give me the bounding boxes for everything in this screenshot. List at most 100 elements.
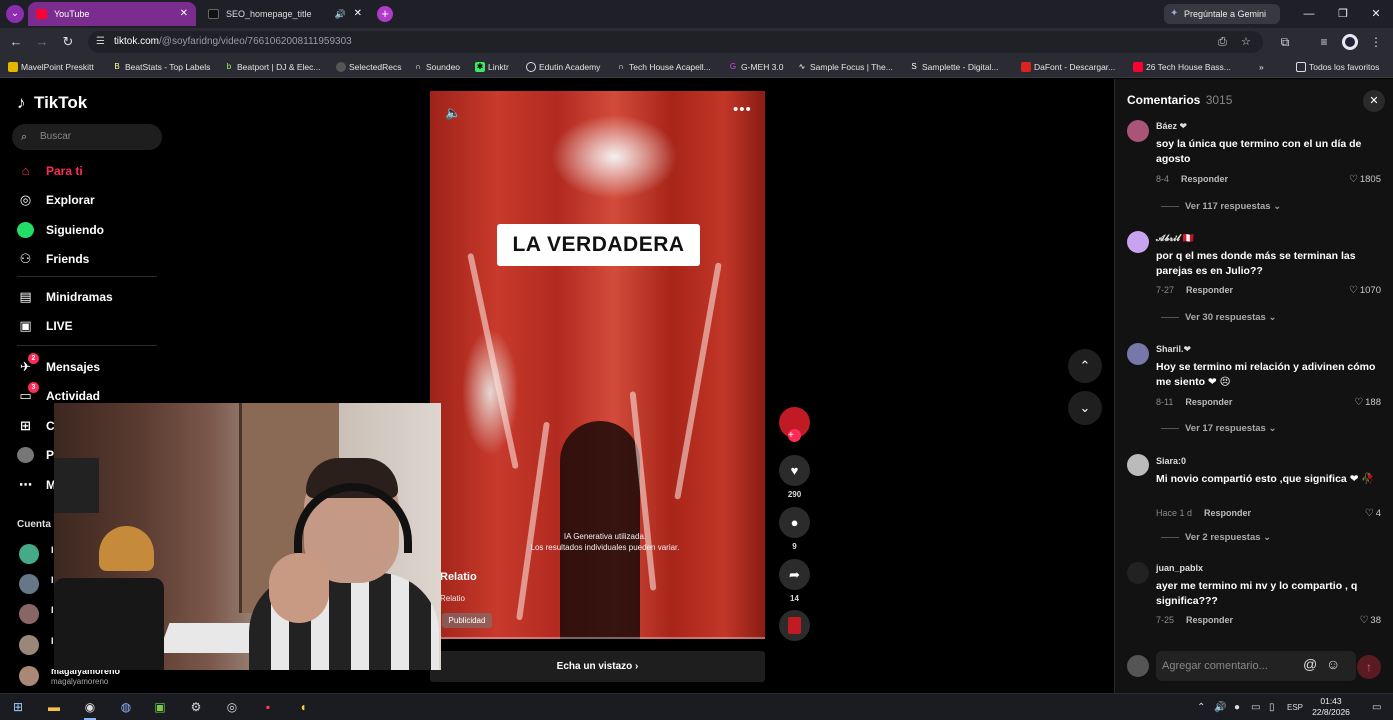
creator-avatar[interactable]: +: [779, 407, 810, 442]
menu-dots-icon[interactable]: ⋮: [1368, 34, 1384, 50]
obs-icon[interactable]: ◎: [222, 698, 242, 716]
close-window-icon[interactable]: ✕: [1359, 0, 1393, 28]
bookmark-item[interactable]: S Samplette - Digital...: [909, 56, 998, 78]
bookmark-item[interactable]: Edutin Academy: [526, 56, 600, 78]
video-author[interactable]: Relatio: [440, 571, 477, 583]
avatar[interactable]: [19, 635, 39, 655]
file-explorer-icon[interactable]: ▬: [44, 698, 64, 716]
bookmark-item[interactable]: ∩ Tech House Acapell...: [616, 56, 711, 78]
tiktok-logo[interactable]: ♪ TikTok: [17, 93, 87, 113]
video-player[interactable]: [430, 91, 765, 639]
tray-chevron-icon[interactable]: ⌃: [1197, 694, 1205, 720]
language-indicator[interactable]: ESP: [1287, 694, 1303, 720]
tab-seo[interactable]: SEO_homepage_title 🔊 ✕: [200, 2, 370, 26]
emoji-icon[interactable]: ☺: [1326, 656, 1340, 672]
all-bookmarks-folder[interactable]: Todos los favoritos: [1296, 56, 1379, 78]
comment-like-button[interactable]: ♡ 1070: [1349, 285, 1381, 296]
reply-button[interactable]: Responder: [1181, 174, 1228, 184]
close-comments-button[interactable]: ✕: [1363, 90, 1385, 112]
view-replies-button[interactable]: Ver 30 respuestas ⌄: [1161, 312, 1276, 323]
bookmark-item[interactable]: DaFont - Descargar...: [1021, 56, 1115, 78]
speaker-icon[interactable]: 🔊: [335, 2, 346, 26]
discord-icon[interactable]: ◍: [116, 698, 136, 716]
windows-start-icon[interactable]: ⊞: [8, 698, 28, 716]
back-icon[interactable]: ←: [8, 34, 24, 50]
nav-live[interactable]: ▣ LIVE: [17, 316, 72, 336]
tab-youtube[interactable]: YouTube ✕: [28, 2, 196, 26]
clock[interactable]: 01:43 22/8/2026: [1305, 696, 1357, 718]
view-replies-button[interactable]: Ver 17 respuestas ⌄: [1161, 423, 1276, 434]
reply-button[interactable]: Responder: [1186, 615, 1233, 625]
nav-mensajes[interactable]: ✈ 2 Mensajes: [17, 353, 100, 377]
nav-more[interactable]: ⋯ M: [17, 475, 56, 495]
avatar[interactable]: [19, 666, 39, 686]
nav-minidramas[interactable]: ▤ Minidramas: [17, 287, 112, 307]
nav-friends[interactable]: ⚇ Friends: [17, 249, 90, 269]
comment-like-button[interactable]: ♡ 1805: [1349, 174, 1381, 185]
view-replies-button[interactable]: Ver 2 respuestas ⌄: [1161, 532, 1271, 543]
close-tab-icon[interactable]: ✕: [180, 2, 188, 26]
android-icon[interactable]: ▣: [150, 698, 170, 716]
recorder-icon[interactable]: ▪: [258, 698, 278, 716]
bookmark-item[interactable]: G G-MEH 3.0: [728, 56, 784, 78]
avatar[interactable]: [19, 544, 39, 564]
network-icon[interactable]: ▭: [1251, 694, 1260, 720]
microphone-icon[interactable]: ●: [1234, 694, 1240, 720]
minimize-icon[interactable]: —: [1292, 0, 1326, 28]
media-control-icon[interactable]: ≡: [1316, 34, 1332, 50]
bookmark-item[interactable]: 26 Tech House Bass...: [1133, 56, 1231, 78]
nav-siguiendo[interactable]: Siguiendo: [17, 220, 104, 240]
volume-icon[interactable]: 🔈: [445, 105, 461, 121]
nav-create[interactable]: ⊞ C: [17, 416, 55, 436]
follow-plus-icon[interactable]: +: [788, 429, 801, 442]
reply-button[interactable]: Responder: [1185, 397, 1232, 407]
bookmark-item[interactable]: ✱ Linktr: [475, 56, 509, 78]
notifications-icon[interactable]: ▭: [1372, 694, 1381, 720]
avatar[interactable]: [1127, 454, 1149, 476]
avatar[interactable]: [19, 604, 39, 624]
bookmarks-overflow-icon[interactable]: »: [1259, 56, 1264, 78]
search-input[interactable]: ⌕ Buscar: [12, 124, 162, 150]
app-icon[interactable]: ◖: [293, 698, 313, 716]
chrome-icon[interactable]: ◉: [80, 698, 100, 720]
previous-video-button[interactable]: ⌃: [1068, 349, 1102, 383]
reply-button[interactable]: Responder: [1186, 285, 1233, 295]
comment-username[interactable]: Siara:0: [1156, 456, 1186, 466]
like-button[interactable]: ♥: [779, 455, 810, 486]
nav-explorar[interactable]: ◎ Explorar: [17, 190, 95, 210]
comment-username[interactable]: 𝓐𝓫𝓻𝓲𝓵 🇵🇪: [1156, 233, 1194, 244]
bookmark-item[interactable]: b Beatport | DJ & Elec...: [224, 56, 321, 78]
avatar[interactable]: [1127, 120, 1149, 142]
send-comment-button[interactable]: ↑: [1357, 655, 1381, 679]
nav-profile[interactable]: P: [17, 445, 54, 465]
close-tab-icon[interactable]: ✕: [354, 2, 362, 26]
comment-username[interactable]: Sharil.❤: [1156, 344, 1191, 355]
bookmark-item[interactable]: B BeatStats - Top Labels: [112, 56, 210, 78]
reply-button[interactable]: Responder: [1204, 508, 1251, 518]
comment-username[interactable]: juan_pablx: [1156, 563, 1203, 573]
bookmark-star-icon[interactable]: ☆: [1241, 31, 1251, 53]
cta-button[interactable]: Echa un vistazo ›: [430, 651, 765, 682]
avatar[interactable]: [1127, 343, 1149, 365]
bookmark-item[interactable]: SelectedRecs: [336, 56, 401, 78]
avatar[interactable]: [1127, 562, 1149, 584]
video-progress-bar[interactable]: [430, 637, 765, 639]
bookmark-item[interactable]: ∩ Soundeo: [413, 56, 460, 78]
comment-like-button[interactable]: ♡ 188: [1354, 397, 1381, 408]
view-replies-button[interactable]: Ver 117 respuestas ⌄: [1161, 201, 1281, 212]
comment-like-button[interactable]: ♡ 4: [1365, 508, 1381, 519]
new-tab-button[interactable]: +: [377, 6, 393, 22]
comment-like-button[interactable]: ♡ 38: [1359, 615, 1381, 626]
forward-icon[interactable]: →: [34, 34, 50, 50]
avatar[interactable]: [19, 574, 39, 594]
mention-icon[interactable]: @: [1303, 656, 1317, 672]
reload-icon[interactable]: ↻: [60, 34, 76, 50]
comment-button[interactable]: ●: [779, 507, 810, 538]
gemini-button[interactable]: ✦ Pregúntale a Gemini: [1164, 4, 1280, 24]
settings-gear-icon[interactable]: ⚙: [186, 698, 206, 716]
site-info-icon[interactable]: ☰: [96, 31, 105, 53]
avatar[interactable]: [1127, 231, 1149, 253]
music-disc-button[interactable]: [779, 610, 810, 641]
tab-search-button[interactable]: ⌄: [6, 5, 24, 23]
battery-icon[interactable]: ▯: [1269, 694, 1275, 720]
